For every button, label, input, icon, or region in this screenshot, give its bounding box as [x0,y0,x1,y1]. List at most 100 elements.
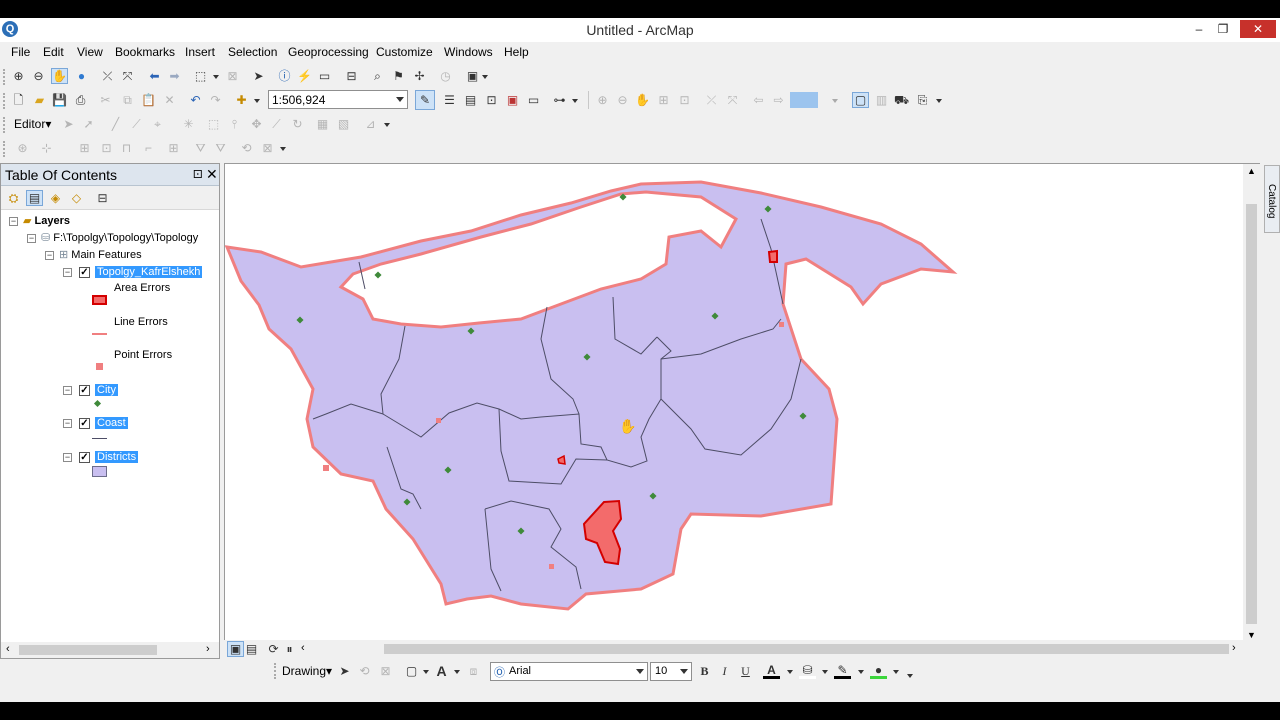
menu-file[interactable]: File [11,45,30,59]
font-dropdown-arrow-icon[interactable] [636,669,644,674]
area-error-polygon[interactable] [767,249,778,263]
menu-view[interactable]: View [77,45,103,59]
scroll-left-icon[interactable]: ‹ [301,642,305,654]
line-color-icon[interactable]: ✎ [834,663,851,679]
rotate-icon[interactable]: ✥ [248,116,265,132]
pause-drawing-icon[interactable]: ⏸ [281,641,298,657]
show-shared-features-icon[interactable]: ⊞ [76,140,93,156]
fixed-zoom-out-layout-icon[interactable]: ⤧ [724,92,741,108]
print-icon[interactable]: ⎙ [72,92,89,108]
standard-toolbar-dropdown-icon[interactable] [572,99,578,103]
pan-icon[interactable]: ✋ [51,68,68,84]
html-popup-icon[interactable]: ▭ [316,68,333,84]
redo-icon[interactable]: ↷ [207,92,224,108]
topology-layer[interactable]: Topolgy_KafrElshekh [95,264,203,280]
menu-windows[interactable]: Windows [444,45,493,59]
zoom-in-icon[interactable]: ⊕ [10,68,27,84]
menu-help[interactable]: Help [504,45,529,59]
zoom-percent-dropdown-icon[interactable] [832,99,838,103]
rectangle-dropdown-icon[interactable] [423,670,429,674]
menu-insert[interactable]: Insert [185,45,215,59]
data-driven-pages-icon[interactable]: ⎘ [914,92,931,108]
font-name-combobox[interactable]: Ⓞ Arial [490,662,648,681]
catalog-window-icon[interactable]: ▤ [462,92,479,108]
add-data-icon[interactable]: ✚ [233,92,250,108]
map-canvas[interactable]: ✋ [224,164,1244,642]
search-window-icon[interactable]: ⊡ [483,92,500,108]
coast-layer[interactable]: Coast [95,415,128,431]
toc-options-icon[interactable]: ⊟ [94,190,111,206]
hyperlink-icon[interactable]: ⚡ [296,68,313,84]
scroll-down-icon[interactable]: ▼ [1247,630,1256,640]
clear-selection-icon[interactable]: ⊠ [224,68,241,84]
scroll-left-icon[interactable]: ‹ [6,643,10,655]
fill-color-dropdown-icon[interactable] [822,670,828,674]
editor-toolbar-icon[interactable]: ✎ [415,90,435,110]
layers-dataframe[interactable]: ▰ Layers [23,213,70,229]
menu-geoprocessing[interactable]: Geoprocessing [288,45,369,59]
layout-view-icon[interactable]: ▤ [243,641,260,657]
refresh-view-icon[interactable]: ⟳ [265,641,282,657]
fixed-zoom-in-icon[interactable]: ⤫ [99,68,116,84]
rotate-element-icon[interactable]: ⟲ [356,663,373,679]
size-dropdown-arrow-icon[interactable] [680,669,688,674]
map-hscroll-thumb[interactable] [384,644,1229,654]
save-icon[interactable]: 💾 [51,92,68,108]
fixed-zoom-out-icon[interactable]: ⤧ [119,68,136,84]
edit-annotation-icon[interactable]: ➚ [80,116,97,132]
editor-toolbar-dropdown-icon[interactable] [384,123,390,127]
menu-edit[interactable]: Edit [43,45,64,59]
drawing-toolbar-dropdown-icon[interactable] [907,674,913,678]
point-error-marker[interactable] [779,322,784,327]
text-tool-dropdown-icon[interactable] [454,670,460,674]
python-window-icon[interactable]: ▭ [525,92,542,108]
bold-button[interactable]: B [696,663,713,679]
topology-toolbar-dropdown-icon[interactable] [280,147,286,151]
sketch-properties-icon[interactable]: ▧ [335,116,352,132]
edit-tool-icon[interactable]: ➤ [60,116,77,132]
font-color-dropdown-icon[interactable] [787,670,793,674]
construct-features-icon[interactable]: ⊞ [165,140,182,156]
collapse-group-icon[interactable]: − [45,251,54,260]
zoom-out-icon[interactable]: ⊖ [30,68,47,84]
cut-icon[interactable]: ✂ [97,92,114,108]
list-by-visibility-icon[interactable]: ◈ [47,190,64,206]
full-extent-icon[interactable]: ● [73,68,90,84]
city-layer[interactable]: City [95,382,118,398]
pan-layout-icon[interactable]: ✋ [634,92,651,108]
map-topology-icon[interactable]: ⊛ [14,140,31,156]
new-document-icon[interactable]: 🗋 [10,92,27,108]
collapse-workspace-icon[interactable]: − [27,234,36,243]
zoom-to-elements-icon[interactable]: ⊠ [377,663,394,679]
scroll-right-icon[interactable]: › [1232,642,1236,654]
arctoolbox-icon[interactable]: ▣ [504,92,521,108]
collapse-coast-icon[interactable]: − [63,419,72,428]
marker-color-dropdown-icon[interactable] [893,670,899,674]
zoom-out-layout-icon[interactable]: ⊖ [614,92,631,108]
toggle-draft-mode-icon[interactable]: ▢ [852,92,869,108]
toolbar-grip[interactable] [3,117,7,133]
point-error-marker[interactable] [436,418,441,423]
forward-extent-icon[interactable]: ➡ [166,68,183,84]
edit-vertices-icon[interactable]: ⌖ [149,116,166,132]
trace-icon[interactable]: ⟋ [128,116,145,132]
measure-icon[interactable]: ⊟ [343,68,360,84]
scroll-up-icon[interactable]: ▲ [1247,166,1256,176]
underline-button[interactable]: U [737,663,754,679]
list-by-selection-icon[interactable]: ◇ [68,190,85,206]
create-viewer-icon[interactable]: ▣ [464,68,481,84]
marker-color-icon[interactable]: ● [870,663,887,679]
collapse-topology-icon[interactable]: − [63,268,72,277]
data-view-icon[interactable]: ▣ [227,641,244,657]
find-icon[interactable]: ⌕ [369,68,386,84]
map-scale-combobox[interactable]: 1:506,924 [268,90,408,109]
time-slider-icon[interactable]: ◷ [437,68,454,84]
model-builder-icon[interactable]: ⊶ [551,92,568,108]
toc-horizontal-scrollbar[interactable]: ‹ › [1,642,219,658]
topology-edit-tool-icon[interactable]: ⊹ [38,140,55,156]
select-elements-icon[interactable]: ➤ [336,663,353,679]
city-visibility-checkbox[interactable]: ✓ [79,385,90,396]
collapse-city-icon[interactable]: − [63,386,72,395]
table-of-contents-icon[interactable]: ☰ [441,92,458,108]
viewer-dropdown-icon[interactable] [482,75,488,79]
